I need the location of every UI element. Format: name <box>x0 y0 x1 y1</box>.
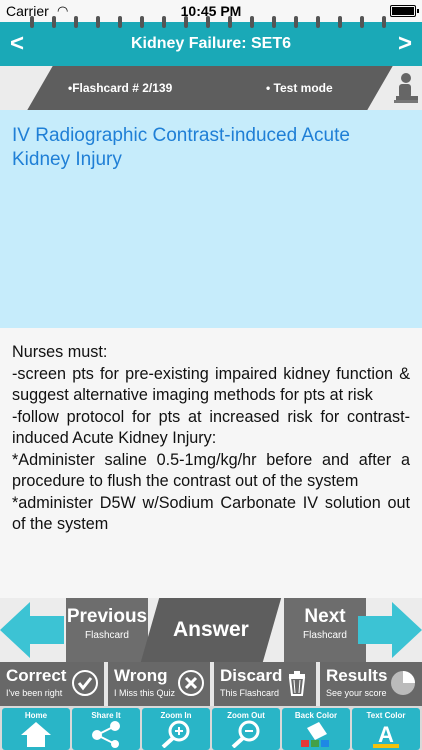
results-sublabel: See your score <box>326 688 387 698</box>
wrong-sublabel: I Miss this Quiz <box>114 688 176 698</box>
arrow-right-icon[interactable] <box>356 598 422 662</box>
flashcard-question: IV Radiographic Contrast-induced Acute K… <box>0 110 422 328</box>
previous-label: Previous <box>66 606 148 627</box>
discard-label: Discard <box>220 666 283 685</box>
back-color-label: Back Color <box>294 711 338 720</box>
trash-icon <box>288 671 306 696</box>
results-button[interactable]: Results See your score <box>320 662 422 706</box>
zoom-in-label: Zoom In <box>160 711 192 720</box>
correct-label: Correct <box>6 666 67 685</box>
answer-label: Answer <box>173 618 249 641</box>
zoom-in-icon <box>161 720 190 748</box>
test-mode-label: • Test mode <box>266 81 333 95</box>
correct-button[interactable]: Correct I've been right <box>0 662 104 706</box>
nav-bar: < Kidney Failure: SET6 > <box>0 16 422 66</box>
flashcard-answer: Nurses must: -screen pts for pre-existin… <box>0 328 422 598</box>
paint-bucket-icon <box>301 722 329 747</box>
check-icon <box>72 670 98 696</box>
bottom-toolbar: Home Share It Zoom In Zoom Out Back Colo… <box>0 706 422 750</box>
arrow-left-icon[interactable] <box>0 598 66 662</box>
nav-next-button[interactable]: > <box>398 30 412 58</box>
svg-text:A: A <box>378 722 394 747</box>
next-sublabel: Flashcard <box>303 630 347 641</box>
home-label: Home <box>24 711 48 720</box>
previous-flashcard-button[interactable]: Previous Flashcard <box>66 598 148 662</box>
correct-sublabel: I've been right <box>6 688 63 698</box>
text-color-label: Text Color <box>366 711 406 720</box>
card-navigation: Previous Flashcard Answer Next Flashcard <box>0 598 422 662</box>
discard-button[interactable]: Discard This Flashcard <box>214 662 316 706</box>
zoom-out-icon <box>231 720 260 748</box>
user-desk-icon <box>394 73 418 103</box>
answer-button[interactable]: Answer <box>140 598 282 662</box>
info-bar: •Flashcard # 2/139 • Test mode <box>0 66 422 110</box>
text-color-button[interactable]: Text Color A <box>352 708 420 750</box>
zoom-out-button[interactable]: Zoom Out <box>212 708 280 750</box>
results-label: Results <box>326 666 388 685</box>
answer-actions: Correct I've been right Wrong I Miss thi… <box>0 662 422 706</box>
next-flashcard-button[interactable]: Next Flashcard <box>284 598 366 662</box>
flashcard-counter: •Flashcard # 2/139 <box>68 81 173 95</box>
wrong-label: Wrong <box>114 666 168 685</box>
previous-sublabel: Flashcard <box>85 630 129 641</box>
back-color-button[interactable]: Back Color <box>282 708 350 750</box>
x-icon <box>178 670 204 696</box>
page-title: Kidney Failure: SET6 <box>130 35 292 52</box>
zoom-out-label: Zoom Out <box>227 711 265 720</box>
wrong-button[interactable]: Wrong I Miss this Quiz <box>108 662 210 706</box>
home-button[interactable]: Home <box>2 708 70 750</box>
zoom-in-button[interactable]: Zoom In <box>142 708 210 750</box>
next-label: Next <box>304 606 346 627</box>
share-button[interactable]: Share It <box>72 708 140 750</box>
share-label: Share It <box>91 711 121 720</box>
pie-icon <box>391 671 415 695</box>
text-color-icon: A <box>373 722 399 748</box>
share-icon <box>92 721 120 748</box>
home-icon <box>21 722 51 747</box>
discard-sublabel: This Flashcard <box>220 688 280 698</box>
notebook-spirals <box>0 16 422 30</box>
